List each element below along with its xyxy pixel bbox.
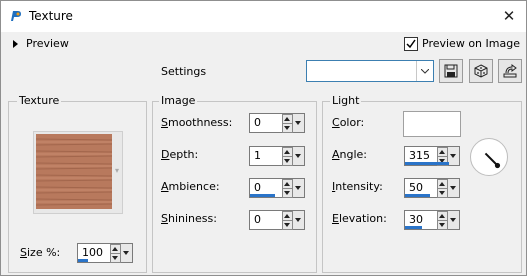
save-preset-button[interactable] bbox=[439, 59, 463, 83]
preview-on-image-label: Preview on Image bbox=[422, 37, 520, 50]
angle-spinner[interactable]: 315 bbox=[404, 146, 460, 166]
intensity-spinner[interactable]: 50 bbox=[404, 178, 460, 198]
intensity-dropdown[interactable] bbox=[447, 179, 459, 197]
down-arrow-icon bbox=[284, 159, 290, 163]
down-arrow-icon bbox=[439, 191, 445, 195]
expand-arrow-icon bbox=[13, 40, 18, 48]
up-arrow-icon bbox=[439, 182, 445, 186]
preview-label: Preview bbox=[26, 37, 69, 50]
elevation-value: 30 bbox=[409, 213, 423, 226]
angle-dial-needle-icon bbox=[484, 152, 501, 169]
size-spinner[interactable]: 100 bbox=[77, 243, 133, 263]
depth-label: Depth: bbox=[161, 148, 199, 161]
chevron-down-icon bbox=[295, 154, 301, 158]
angle-slider-fill bbox=[405, 162, 449, 165]
up-arrow-icon bbox=[284, 150, 290, 154]
shininess-dropdown[interactable] bbox=[292, 211, 304, 229]
texture-dialog: Texture ✕ Preview Preview on Image Setti… bbox=[0, 0, 527, 276]
angle-dial[interactable] bbox=[470, 138, 508, 176]
randomize-button[interactable] bbox=[469, 59, 493, 83]
light-group-label: Light bbox=[330, 94, 362, 107]
smoothness-stepper[interactable] bbox=[282, 114, 293, 133]
chevron-down-icon bbox=[450, 154, 456, 158]
dropdown-arrow[interactable] bbox=[416, 61, 433, 81]
texture-group-label: Texture bbox=[17, 94, 62, 107]
down-arrow-icon bbox=[112, 256, 118, 260]
chevron-down-icon bbox=[123, 251, 129, 255]
chevron-down-icon bbox=[421, 69, 429, 74]
chevron-down-icon bbox=[295, 218, 301, 222]
window-title: Texture bbox=[29, 9, 73, 23]
angle-label: Angle: bbox=[332, 148, 368, 161]
ambience-slider-fill bbox=[250, 194, 275, 197]
shininess-spinner[interactable]: 0 bbox=[249, 210, 305, 230]
reset-arrow-icon bbox=[503, 64, 517, 78]
shininess-value: 0 bbox=[254, 213, 261, 226]
shininess-label: Shininess: bbox=[161, 212, 217, 225]
shininess-stepper[interactable] bbox=[282, 211, 293, 230]
elevation-label: Elevation: bbox=[332, 212, 387, 225]
swatch-dropdown-icon[interactable]: ▾ bbox=[115, 166, 119, 175]
title-bar: Texture ✕ bbox=[1, 1, 526, 32]
intensity-value: 50 bbox=[409, 181, 423, 194]
up-arrow-icon bbox=[284, 117, 290, 121]
light-color-swatch[interactable] bbox=[403, 111, 461, 137]
paintshop-app-icon bbox=[11, 11, 21, 21]
settings-preset-dropdown[interactable] bbox=[306, 60, 434, 82]
intensity-stepper[interactable] bbox=[437, 179, 448, 198]
settings-label: Settings bbox=[161, 65, 207, 78]
depth-dropdown[interactable] bbox=[292, 147, 304, 165]
down-arrow-icon bbox=[284, 126, 290, 130]
chevron-down-icon bbox=[295, 121, 301, 125]
down-arrow-icon bbox=[439, 223, 445, 227]
size-value: 100 bbox=[82, 246, 103, 259]
smoothness-value: 0 bbox=[254, 116, 261, 129]
texture-swatch-frame[interactable]: ▾ bbox=[33, 131, 123, 214]
image-group-label: Image bbox=[159, 94, 198, 107]
down-arrow-icon bbox=[284, 223, 290, 227]
checkbox-icon[interactable] bbox=[404, 37, 418, 51]
ambience-label: Ambience: bbox=[161, 180, 220, 193]
close-icon: ✕ bbox=[502, 7, 516, 25]
close-button[interactable]: ✕ bbox=[498, 4, 520, 28]
depth-spinner[interactable]: 1 bbox=[249, 146, 305, 166]
preview-toggle[interactable]: Preview bbox=[13, 37, 69, 50]
elevation-dropdown[interactable] bbox=[447, 211, 459, 229]
elevation-slider-fill bbox=[405, 226, 422, 229]
intensity-label: Intensity: bbox=[332, 180, 383, 193]
size-label: Size %: bbox=[20, 246, 61, 259]
elevation-spinner[interactable]: 30 bbox=[404, 210, 460, 230]
angle-value: 315 bbox=[409, 149, 430, 162]
up-arrow-icon bbox=[284, 214, 290, 218]
intensity-slider-fill bbox=[405, 194, 430, 197]
floppy-disk-icon bbox=[444, 64, 458, 78]
size-slider-fill bbox=[78, 259, 88, 262]
size-dropdown[interactable] bbox=[120, 244, 132, 262]
chevron-down-icon bbox=[450, 186, 456, 190]
chevron-down-icon bbox=[295, 186, 301, 190]
depth-stepper[interactable] bbox=[282, 147, 293, 166]
size-stepper[interactable] bbox=[110, 244, 121, 263]
color-label: Color: bbox=[332, 116, 365, 129]
dice-icon bbox=[474, 64, 488, 78]
elevation-stepper[interactable] bbox=[437, 211, 448, 230]
depth-value: 1 bbox=[254, 149, 261, 162]
ambience-dropdown[interactable] bbox=[292, 179, 304, 197]
ambience-spinner[interactable]: 0 bbox=[249, 178, 305, 198]
up-arrow-icon bbox=[439, 150, 445, 154]
ambience-value: 0 bbox=[254, 181, 261, 194]
chevron-down-icon bbox=[450, 218, 456, 222]
texture-swatch-image bbox=[36, 134, 112, 209]
reset-button[interactable] bbox=[498, 59, 522, 83]
down-arrow-icon bbox=[284, 191, 290, 195]
up-arrow-icon bbox=[112, 247, 118, 251]
smoothness-dropdown[interactable] bbox=[292, 114, 304, 132]
preview-on-image-checkbox[interactable]: Preview on Image bbox=[404, 37, 520, 51]
ambience-stepper[interactable] bbox=[282, 179, 293, 198]
up-arrow-icon bbox=[439, 214, 445, 218]
smoothness-label: Smoothness: bbox=[161, 116, 233, 129]
smoothness-spinner[interactable]: 0 bbox=[249, 113, 305, 133]
up-arrow-icon bbox=[284, 182, 290, 186]
